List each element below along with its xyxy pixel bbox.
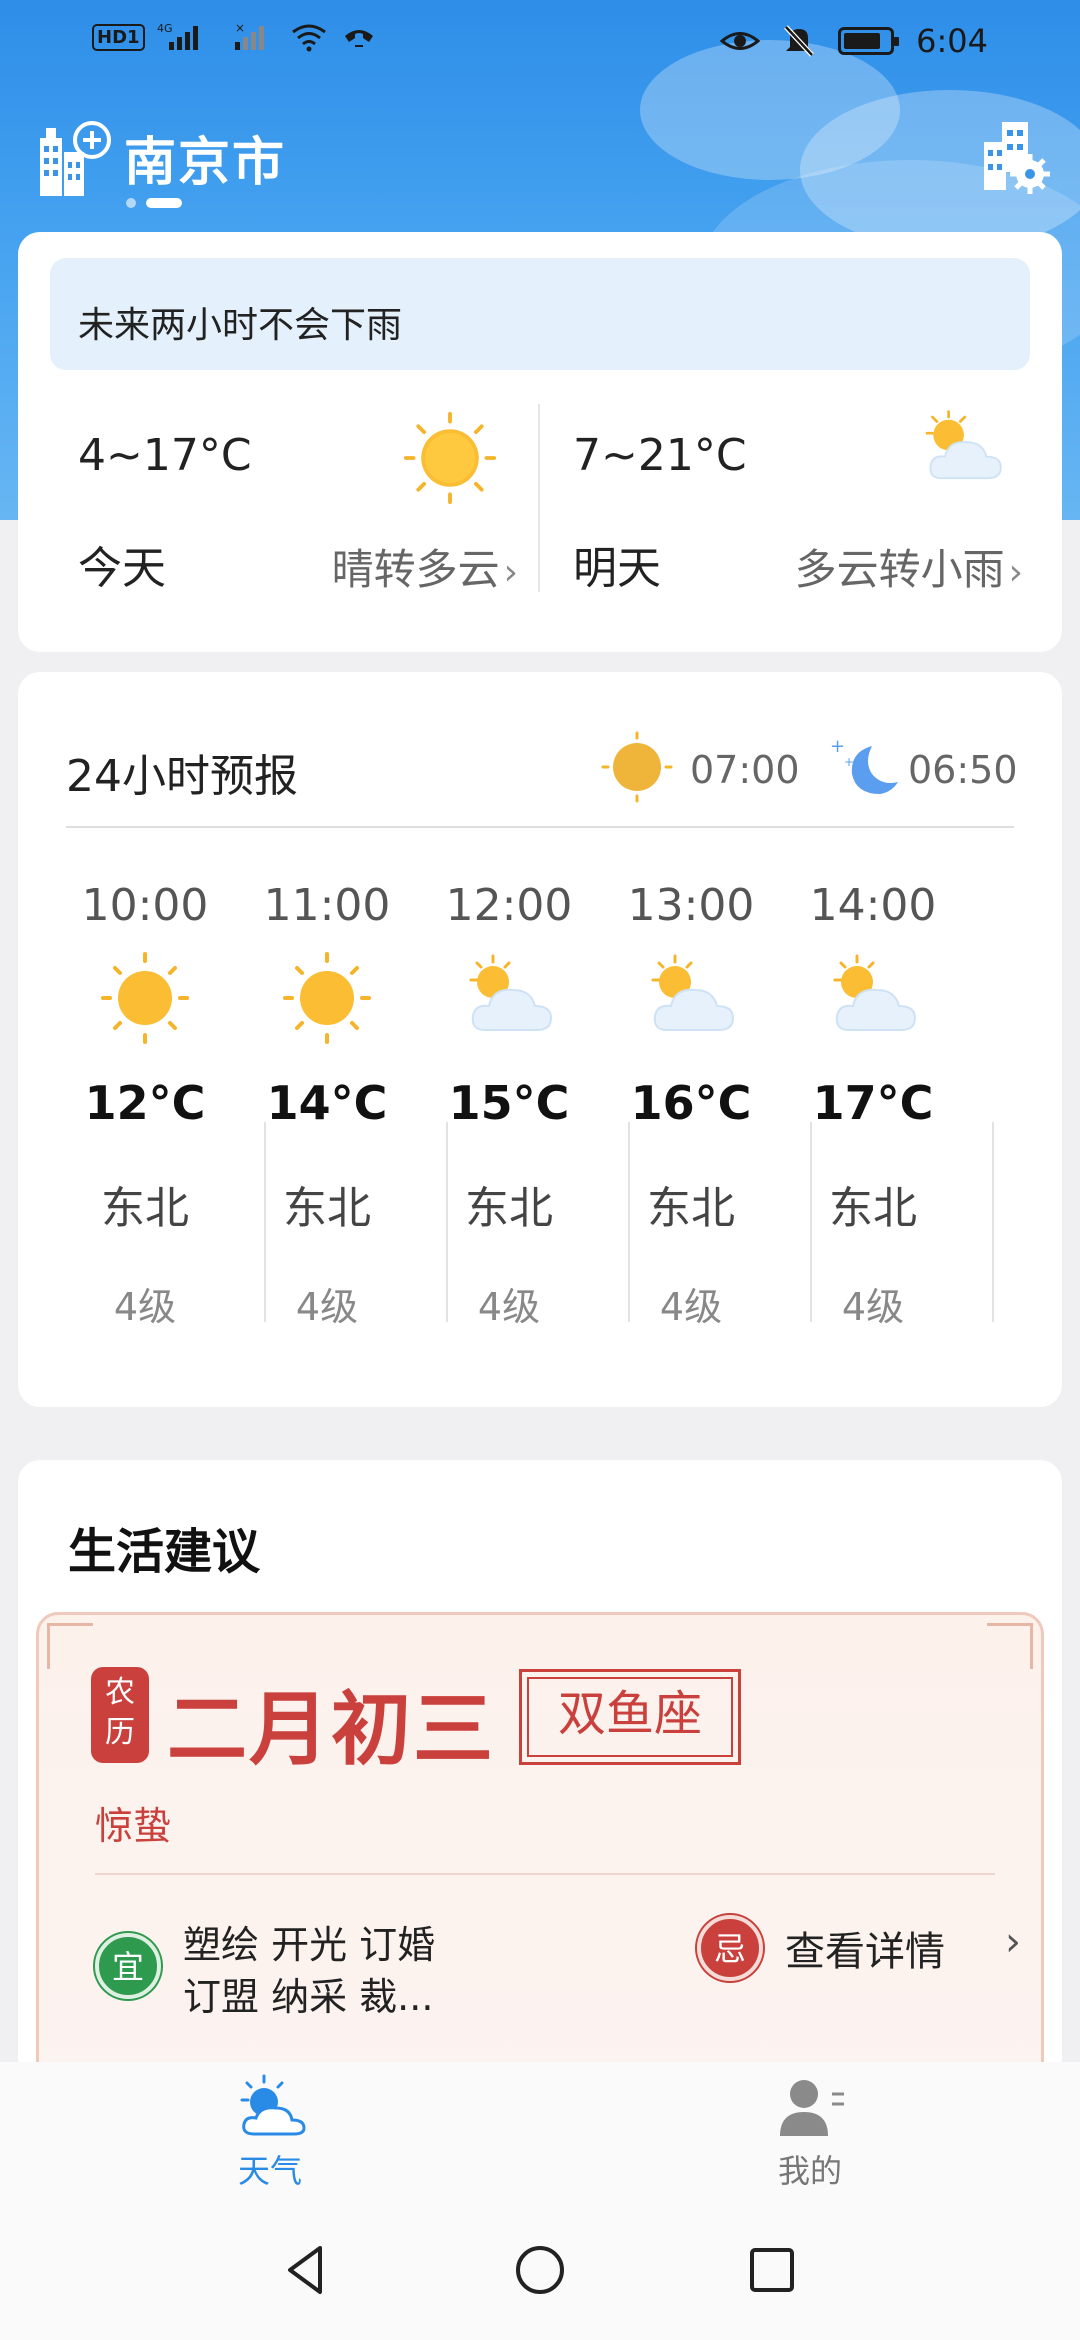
lunar-badge: 农历 (91, 1667, 149, 1763)
sun-icon (403, 411, 497, 505)
partly-cloudy-icon (651, 954, 735, 1031)
hour-time: 14:00 (809, 880, 937, 931)
hour-wind-level: 4级 (113, 1285, 177, 1329)
hour-separator (992, 1122, 994, 1322)
battery-icon (838, 27, 900, 55)
hourly-scroll[interactable]: 10:00 12°C 东北 4级 11:00 14°C 东北 4级 12:00 … (54, 832, 1062, 1402)
system-navigation-bar (0, 2202, 1080, 2340)
lunar-date: 二月初三 (167, 1683, 495, 1776)
hourly-forecast-card: 24小时预报 07:00 + + 06:50 10:00 12°C 东北 4级 … (18, 672, 1062, 1407)
recent-apps-icon[interactable] (740, 2238, 804, 2302)
tomorrow-label: 明天 (573, 543, 661, 594)
chevron-right-icon[interactable]: › (1005, 1919, 1021, 1965)
today-forecast[interactable]: 4~17°C 今天 晴转多云 › (78, 402, 518, 602)
hour-wind-direction: 东北 (829, 1183, 917, 1234)
daily-summary-card: 未来两小时不会下雨 4~17°C 今天 晴转多云 › 7~21°C 明天 多云转… (18, 232, 1062, 652)
ji-badge: 忌 (697, 1915, 763, 1981)
hourly-divider (66, 826, 1014, 828)
view-details-link[interactable]: 查看详情 (785, 1919, 945, 1977)
hour-time: 13:00 (627, 880, 755, 931)
nav-weather-label: 天气 (237, 2152, 302, 2190)
day-divider (538, 404, 540, 592)
hour-time: 11:00 (263, 880, 391, 931)
hour-item: 13:00 16°C 东北 4级 (600, 832, 782, 1392)
hour-temp: 14°C (266, 1076, 388, 1130)
moon-icon: + + (830, 736, 898, 794)
hour-wind-level: 4级 (477, 1285, 541, 1329)
page-indicator (126, 198, 182, 208)
yi-activities: 塑绘 开光 订婚 订盟 纳采 裁... (183, 1923, 436, 2019)
corner-ornament (987, 1623, 1033, 1669)
hour-item: 11:00 14°C 东北 4级 (236, 832, 418, 1392)
wifi-icon (291, 24, 326, 52)
hour-temp: 16°C (630, 1076, 752, 1130)
hour-item: 14:00 17°C 东北 4级 (782, 832, 964, 1392)
hourly-title: 24小时预报 (66, 751, 298, 802)
city-name[interactable]: 南京市 (124, 120, 286, 195)
hd-indicator: HD1 (92, 23, 145, 51)
signal-icon: 4G (157, 22, 198, 50)
hour-wind-direction: 东北 (465, 1183, 553, 1234)
call-icon (344, 30, 373, 47)
hour-time: 10:00 (81, 880, 209, 931)
status-time: 6:04 (916, 22, 988, 60)
svg-text:4G: 4G (157, 22, 173, 35)
today-label: 今天 (78, 543, 166, 594)
hour-temp: 15°C (448, 1076, 570, 1130)
nav-weather[interactable]: 天气 (180, 2072, 360, 2192)
hour-item: 10:00 12°C 东北 4级 (54, 832, 236, 1392)
settings-icon[interactable] (978, 114, 1050, 194)
app-header: 南京市 (0, 110, 1080, 220)
hour-temp: 12°C (84, 1076, 206, 1130)
bottom-navigation: 天气 我的 (0, 2062, 1080, 2202)
status-bar: HD1 4G × 6:04 (0, 0, 1080, 88)
weather-tab-icon (240, 2074, 306, 2136)
sunrise-time: 07:00 (690, 748, 800, 792)
almanac-divider (95, 1873, 995, 1875)
hour-wind-level: 4级 (841, 1285, 905, 1329)
sun-icon (283, 952, 371, 1044)
nowcast-banner[interactable]: 未来两小时不会下雨 (50, 258, 1030, 370)
tomorrow-condition: 多云转小雨 › (794, 545, 1023, 594)
chevron-right-icon: › (503, 552, 518, 593)
today-temp-range: 4~17°C (78, 430, 252, 481)
back-icon[interactable] (276, 2238, 340, 2302)
hour-wind-direction: 东北 (283, 1183, 371, 1234)
tomorrow-forecast[interactable]: 7~21°C 明天 多云转小雨 › (573, 402, 1023, 602)
svg-text:+: + (830, 736, 845, 757)
sunrise-icon (601, 731, 673, 803)
eye-icon (720, 32, 761, 50)
signal-2-icon: × (234, 22, 264, 50)
partly-cloudy-icon (833, 954, 917, 1031)
yi-badge: 宜 (95, 1933, 161, 1999)
city-manage-icon[interactable] (36, 118, 112, 198)
svg-text:+: + (844, 755, 854, 769)
zodiac-sign: 双鱼座 (519, 1669, 741, 1765)
svg-text:×: × (235, 22, 245, 35)
corner-ornament (47, 1623, 93, 1669)
hour-item: 12:00 15°C 东北 4级 (418, 832, 600, 1392)
home-icon[interactable] (508, 2238, 572, 2302)
chevron-right-icon: › (1008, 552, 1023, 593)
hour-time: 12:00 (445, 880, 573, 931)
hour-wind-direction: 东北 (647, 1183, 735, 1234)
partly-cloudy-icon (925, 410, 1002, 480)
user-icon (780, 2080, 844, 2136)
tomorrow-temp-range: 7~21°C (573, 430, 747, 481)
nav-mine-label: 我的 (777, 2152, 842, 2190)
hour-temp: 17°C (812, 1076, 934, 1130)
sun-icon (101, 952, 189, 1044)
hour-wind-level: 4级 (659, 1285, 723, 1329)
partly-cloudy-icon (469, 954, 553, 1031)
hour-wind-level: 4级 (295, 1285, 359, 1329)
today-condition: 晴转多云 › (331, 545, 518, 594)
life-title: 生活建议 (68, 1524, 261, 1580)
sunset-time: 06:50 (908, 748, 1018, 792)
solar-term: 惊蛰 (95, 1804, 172, 1848)
hour-wind-direction: 东北 (101, 1183, 189, 1234)
nav-mine[interactable]: 我的 (720, 2072, 900, 2192)
mute-bell-icon (784, 25, 814, 57)
